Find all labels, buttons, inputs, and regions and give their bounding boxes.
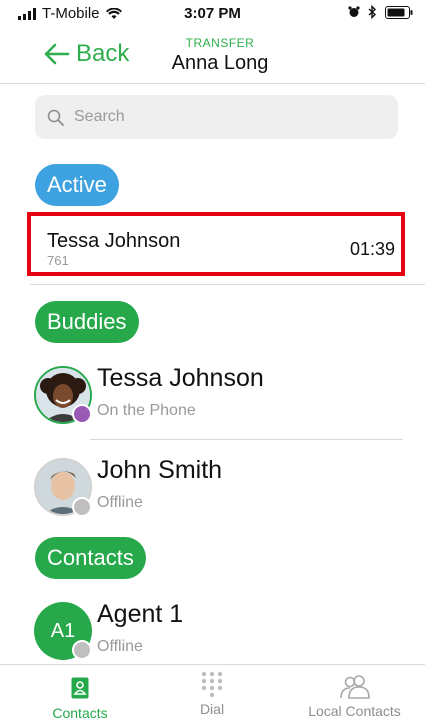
active-call-name: Tessa Johnson	[47, 230, 181, 252]
alarm-icon	[348, 6, 360, 17]
section-header-active: Active	[35, 164, 119, 206]
buddy-status: Offline	[97, 494, 143, 511]
contact-status: Offline	[97, 638, 143, 655]
header-divider	[0, 83, 425, 84]
dialpad-icon	[201, 671, 223, 698]
buddy-status: On the Phone	[97, 402, 196, 419]
buddy-name: John Smith	[97, 456, 223, 484]
search-input[interactable]	[72, 107, 376, 127]
buddy-name: Tessa Johnson	[97, 364, 264, 392]
search-bar[interactable]	[35, 95, 398, 139]
divider	[30, 284, 425, 285]
tab-local-contacts[interactable]: Local Contacts	[292, 665, 417, 728]
battery-icon	[385, 5, 413, 19]
tab-bar: Contacts Dial Local Contacts	[0, 664, 425, 728]
section-header-buddies: Buddies	[35, 301, 139, 343]
header-subtitle: TRANSFER	[185, 36, 255, 50]
tab-label: Contacts	[52, 705, 108, 721]
section-header-contacts: Contacts	[35, 537, 146, 579]
back-label: Back	[76, 40, 130, 67]
back-button[interactable]: Back	[44, 40, 129, 68]
tab-label: Local Contacts	[308, 703, 401, 719]
offline-badge-icon	[72, 640, 92, 660]
tab-dial[interactable]: Dial	[172, 665, 252, 728]
tab-label: Dial	[199, 701, 225, 717]
on-phone-badge-icon	[72, 404, 92, 424]
active-call-number: 761	[47, 253, 69, 268]
arrow-left-icon	[44, 43, 70, 65]
search-icon	[47, 109, 64, 126]
people-icon	[339, 675, 370, 699]
call-duration: 01:39	[350, 239, 396, 259]
contact-name: Agent 1	[97, 600, 184, 628]
contacts-icon	[71, 677, 89, 699]
offline-badge-icon	[72, 497, 92, 517]
bluetooth-icon	[368, 5, 377, 19]
header-title-block: TRANSFER Anna Long	[150, 36, 290, 75]
status-bar: T-Mobile 3:07 PM	[0, 0, 425, 28]
divider	[90, 439, 403, 440]
tab-contacts[interactable]: Contacts	[30, 665, 130, 728]
page-title: Anna Long	[171, 52, 269, 74]
